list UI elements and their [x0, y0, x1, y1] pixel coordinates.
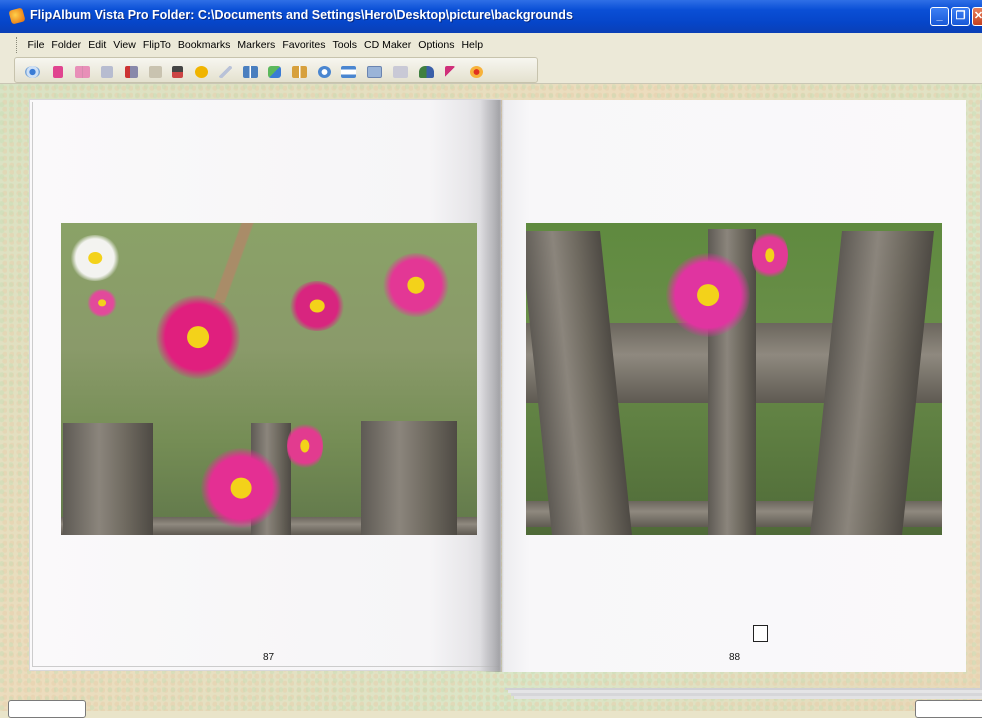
two-pages-icon[interactable] [243, 66, 258, 78]
toolbar [0, 55, 982, 84]
pink-flower [87, 289, 117, 317]
pink-flower [383, 253, 449, 317]
fence-post [810, 231, 934, 535]
menu-options[interactable]: Options [415, 39, 458, 51]
status-panel-right [915, 700, 982, 718]
person-tree-icon[interactable] [419, 66, 434, 78]
menu-tools[interactable]: Tools [329, 39, 361, 51]
flipalbum-app-icon[interactable] [8, 7, 26, 25]
book-spine [480, 100, 504, 672]
rotate-icon[interactable] [318, 66, 331, 78]
fence-post [526, 231, 632, 535]
right-page-number: 88 [729, 652, 741, 663]
pink-page-icon[interactable] [53, 66, 63, 78]
right-page-photo[interactable] [526, 223, 942, 535]
page-list-icon[interactable] [149, 66, 162, 78]
status-panel-left [8, 700, 86, 718]
record-icon[interactable] [470, 66, 483, 78]
pink-flower [752, 229, 788, 281]
pen-icon[interactable] [219, 66, 232, 78]
page-arrow-icon[interactable] [125, 66, 138, 78]
pink-flower [666, 253, 750, 337]
menu-edit[interactable]: Edit [85, 39, 110, 51]
menu-bar: File Folder Edit View FlipTo Bookmarks M… [0, 33, 982, 55]
pink-flower [289, 281, 345, 331]
fit-width-icon[interactable] [341, 66, 356, 78]
close-button[interactable]: ✕ [972, 7, 982, 26]
menu-view[interactable]: View [110, 39, 140, 51]
fence-post [63, 423, 153, 535]
title-bar: FlipAlbum Vista Pro Folder: C:\Documents… [0, 0, 982, 34]
menu-flipto[interactable]: FlipTo [139, 39, 174, 51]
page-checkbox[interactable] [753, 625, 768, 642]
window-title: FlipAlbum Vista Pro Folder: C:\Documents… [30, 8, 573, 22]
add-circle-icon[interactable] [195, 66, 208, 78]
minimize-button[interactable]: _ [930, 7, 949, 26]
menu-file[interactable]: File [24, 39, 48, 51]
single-page-icon[interactable] [101, 66, 113, 78]
maximize-button[interactable]: ❐ [951, 7, 970, 26]
panel-icon[interactable] [393, 66, 408, 78]
menu-bookmarks[interactable]: Bookmarks [174, 39, 234, 51]
pink-flower [201, 448, 281, 528]
menu-folder[interactable]: Folder [48, 39, 85, 51]
tag-icon[interactable] [268, 66, 281, 78]
menu-help[interactable]: Help [458, 39, 487, 51]
pink-flower [287, 421, 323, 471]
menu-cd-maker[interactable]: CD Maker [361, 39, 415, 51]
save-page-icon[interactable] [172, 66, 183, 78]
white-flower [69, 235, 121, 281]
fence-post [361, 421, 457, 535]
pointer-flag-icon[interactable] [445, 66, 455, 78]
left-page-photo[interactable] [61, 223, 477, 535]
menu-grip [16, 37, 19, 53]
toolbar-strip [14, 57, 538, 83]
wooden-stick [201, 223, 271, 303]
open-book-icon[interactable] [75, 66, 90, 78]
pink-flower [156, 295, 240, 379]
menu-markers[interactable]: Markers [234, 39, 279, 51]
eye-icon[interactable] [25, 66, 40, 78]
frame-icon[interactable] [367, 66, 382, 78]
menu-favorites[interactable]: Favorites [279, 39, 329, 51]
spread-icon[interactable] [292, 66, 307, 78]
left-page-number: 87 [263, 652, 275, 663]
